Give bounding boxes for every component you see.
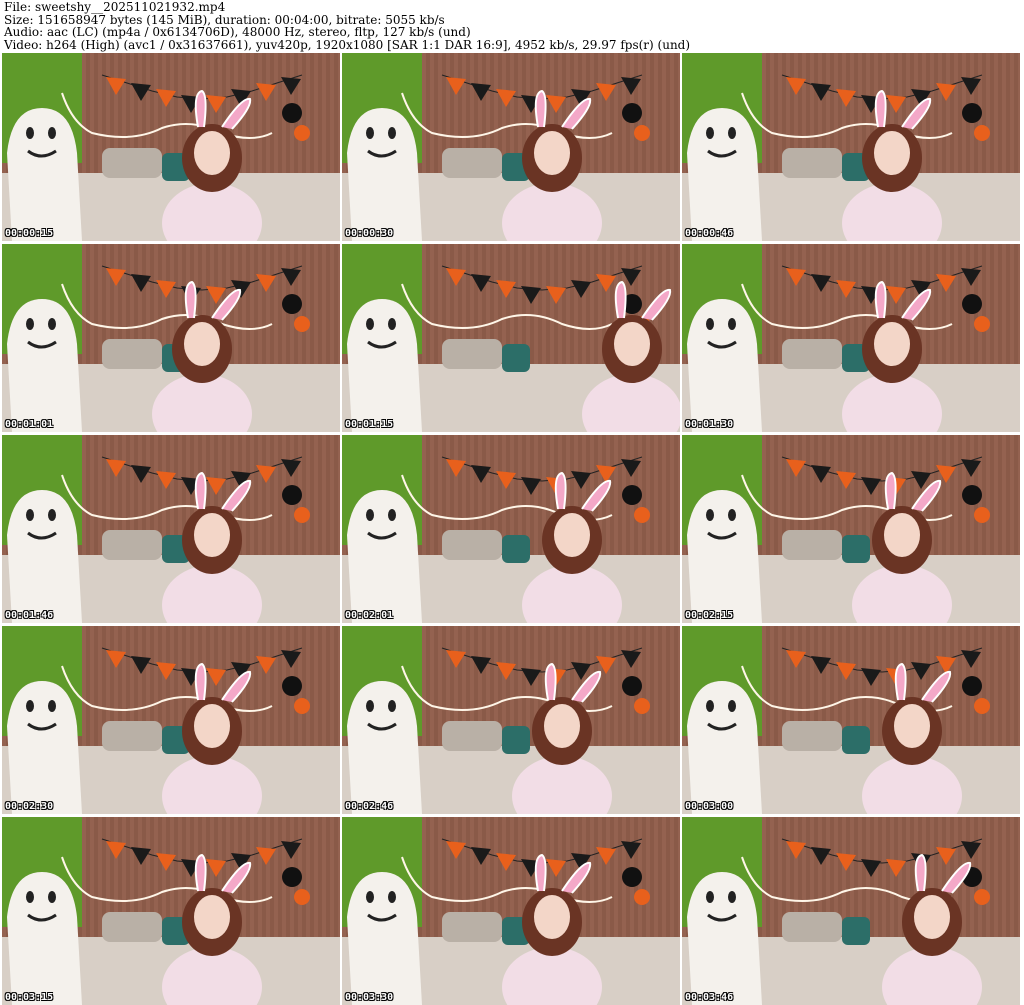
video-thumbnail: 00:02:01 <box>342 435 680 623</box>
video-thumbnail: 00:02:46 <box>342 626 680 814</box>
video-thumbnail: 00:01:01 <box>2 244 340 432</box>
thumbnail-image <box>342 817 680 1005</box>
thumbnail-timestamp: 00:03:30 <box>345 992 394 1003</box>
thumbnail-timestamp: 00:01:01 <box>5 419 54 430</box>
thumbnail-image <box>342 244 680 432</box>
thumbnail-image <box>682 244 1020 432</box>
video-thumbnail: 00:03:46 <box>682 817 1020 1005</box>
thumbnail-timestamp: 00:02:30 <box>5 801 54 812</box>
video-thumbnail: 00:00:46 <box>682 53 1020 241</box>
audio-info-line: Audio: aac (LC) (mp4a / 0x6134706D), 480… <box>4 25 471 40</box>
thumbnail-image <box>682 817 1020 1005</box>
thumbnail-timestamp: 00:00:46 <box>685 228 734 239</box>
thumbnail-image <box>342 626 680 814</box>
thumbnail-timestamp: 00:02:46 <box>345 801 394 812</box>
thumbnail-grid: 00:00:15 00:00:30 00:00:46 00:01:01 00:0… <box>2 53 1022 1005</box>
thumbnail-image <box>2 817 340 1005</box>
thumbnail-timestamp: 00:00:30 <box>345 228 394 239</box>
thumbnail-timestamp: 00:02:01 <box>345 610 394 621</box>
video-thumbnail: 00:01:30 <box>682 244 1020 432</box>
video-thumbnail: 00:03:15 <box>2 817 340 1005</box>
file-name-line: File: sweetshy__202511021932.mp4 <box>4 0 226 14</box>
video-thumbnail: 00:01:46 <box>2 435 340 623</box>
video-thumbnail: 00:01:15 <box>342 244 680 432</box>
video-thumbnail: 00:03:00 <box>682 626 1020 814</box>
thumbnail-image <box>2 626 340 814</box>
thumbnail-image <box>342 53 680 241</box>
thumbnail-timestamp: 00:03:00 <box>685 801 734 812</box>
video-thumbnail: 00:00:15 <box>2 53 340 241</box>
thumbnail-timestamp: 00:01:15 <box>345 419 394 430</box>
video-info-line: Video: h264 (High) (avc1 / 0x31637661), … <box>4 37 691 52</box>
thumbnail-image <box>682 53 1020 241</box>
thumbnail-timestamp: 00:03:15 <box>5 992 54 1003</box>
thumbnail-image <box>682 626 1020 814</box>
thumbnail-timestamp: 00:01:30 <box>685 419 734 430</box>
thumbnail-image <box>2 435 340 623</box>
file-info-header: File: sweetshy__202511021932.mp4 Size: 1… <box>4 1 1020 51</box>
video-thumbnail: 00:02:15 <box>682 435 1020 623</box>
thumbnail-image <box>342 435 680 623</box>
video-thumbnail: 00:03:30 <box>342 817 680 1005</box>
thumbnail-image <box>682 435 1020 623</box>
thumbnail-image <box>2 244 340 432</box>
thumbnail-image <box>2 53 340 241</box>
thumbnail-timestamp: 00:01:46 <box>5 610 54 621</box>
video-thumbnail: 00:00:30 <box>342 53 680 241</box>
thumbnail-timestamp: 00:00:15 <box>5 228 54 239</box>
thumbnail-timestamp: 00:02:15 <box>685 610 734 621</box>
video-thumbnail: 00:02:30 <box>2 626 340 814</box>
thumbnail-timestamp: 00:03:46 <box>685 992 734 1003</box>
